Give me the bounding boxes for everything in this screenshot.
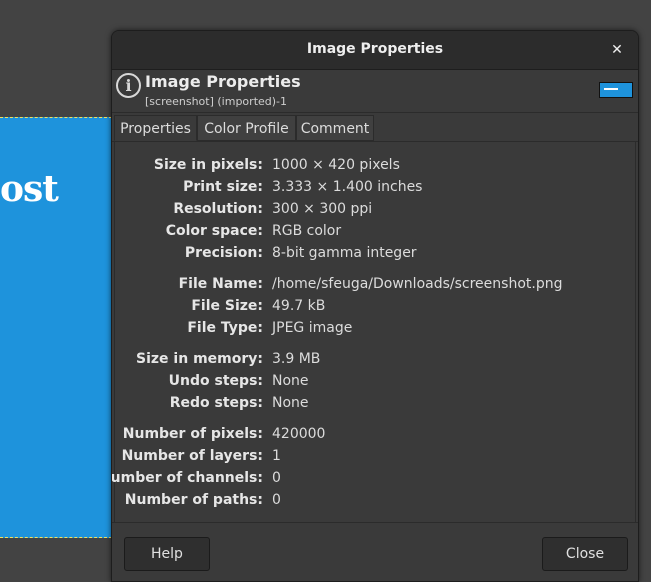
- property-label: Number of paths:: [124, 492, 263, 508]
- property-label: Undo steps:: [168, 373, 263, 389]
- property-row: Precision: 8-bit gamma integer: [115, 242, 635, 264]
- property-row: Number of channels: 0: [112, 467, 635, 489]
- property-value: 420000: [272, 426, 326, 442]
- tab-properties[interactable]: Properties: [114, 115, 197, 141]
- canvas-text: ost: [0, 168, 59, 210]
- property-value: 8-bit gamma integer: [272, 245, 417, 261]
- image-properties-dialog: Image Properties ✕ i Image Properties [s…: [111, 30, 639, 582]
- property-row: Color space: RGB color: [115, 220, 635, 242]
- image-thumbnail: [599, 82, 633, 98]
- property-label: Redo steps:: [169, 395, 263, 411]
- property-value: /home/sfeuga/Downloads/screenshot.png: [272, 276, 563, 292]
- property-value: 300 × 300 ppi: [272, 201, 373, 217]
- dialog-title: Image Properties: [306, 41, 444, 57]
- dialog-footer: Help Close: [112, 522, 638, 581]
- property-label: Number of pixels:: [122, 426, 263, 442]
- property-row: File Name: /home/sfeuga/Downloads/screen…: [115, 273, 635, 295]
- property-row: Number of pixels: 420000: [115, 423, 635, 445]
- help-button[interactable]: Help: [124, 537, 210, 571]
- property-value: 1000 × 420 pixels: [272, 157, 400, 173]
- property-label: Color space:: [165, 223, 263, 239]
- tab-color-profile[interactable]: Color Profile: [197, 115, 296, 141]
- property-row: File Type: JPEG image: [115, 317, 635, 339]
- tab-comment[interactable]: Comment: [296, 115, 374, 141]
- property-value: 3.9 MB: [272, 351, 321, 367]
- close-button[interactable]: Close: [542, 537, 628, 571]
- property-label: File Size:: [191, 298, 263, 314]
- property-label: Size in pixels:: [153, 157, 263, 173]
- property-row: Print size: 3.333 × 1.400 inches: [115, 176, 635, 198]
- property-label: File Name:: [178, 276, 263, 292]
- property-value: 3.333 × 1.400 inches: [272, 179, 423, 195]
- header-subtitle: [screenshot] (imported)-1: [145, 95, 288, 108]
- info-icon: i: [116, 73, 141, 98]
- dialog-header: i Image Properties [screenshot] (importe…: [112, 70, 638, 113]
- property-value: 0: [272, 470, 281, 486]
- property-value: 49.7 kB: [272, 298, 326, 314]
- properties-panel: Size in pixels: 1000 × 420 pixels Print …: [112, 141, 636, 523]
- property-row: Resolution: 300 × 300 ppi: [115, 198, 635, 220]
- property-label: Number of channels:: [111, 470, 263, 486]
- property-row: File Size: 49.7 kB: [115, 295, 635, 317]
- property-value: 1: [272, 448, 281, 464]
- property-value: 0: [272, 492, 281, 508]
- property-label: Size in memory:: [136, 351, 263, 367]
- dialog-titlebar: Image Properties ✕: [112, 31, 638, 70]
- property-value: None: [272, 395, 309, 411]
- property-label: Print size:: [183, 179, 263, 195]
- canvas-image: ost: [0, 117, 112, 538]
- property-label: File Type:: [187, 320, 263, 336]
- property-row: Undo steps: None: [115, 370, 635, 392]
- property-row: Number of paths: 0: [115, 489, 635, 511]
- property-value: None: [272, 373, 309, 389]
- property-row: Number of layers: 1: [115, 445, 635, 467]
- property-label: Resolution:: [173, 201, 263, 217]
- property-value: JPEG image: [272, 320, 353, 336]
- header-title: Image Properties: [145, 72, 301, 91]
- property-row: Size in memory: 3.9 MB: [115, 348, 635, 370]
- property-label: Precision:: [184, 245, 263, 261]
- property-row: Redo steps: None: [115, 392, 635, 414]
- property-value: RGB color: [272, 223, 342, 239]
- property-row: Size in pixels: 1000 × 420 pixels: [115, 154, 635, 176]
- property-label: Number of layers:: [121, 448, 263, 464]
- tab-bar: Properties Color Profile Comment: [112, 113, 638, 142]
- close-icon[interactable]: ✕: [606, 39, 628, 61]
